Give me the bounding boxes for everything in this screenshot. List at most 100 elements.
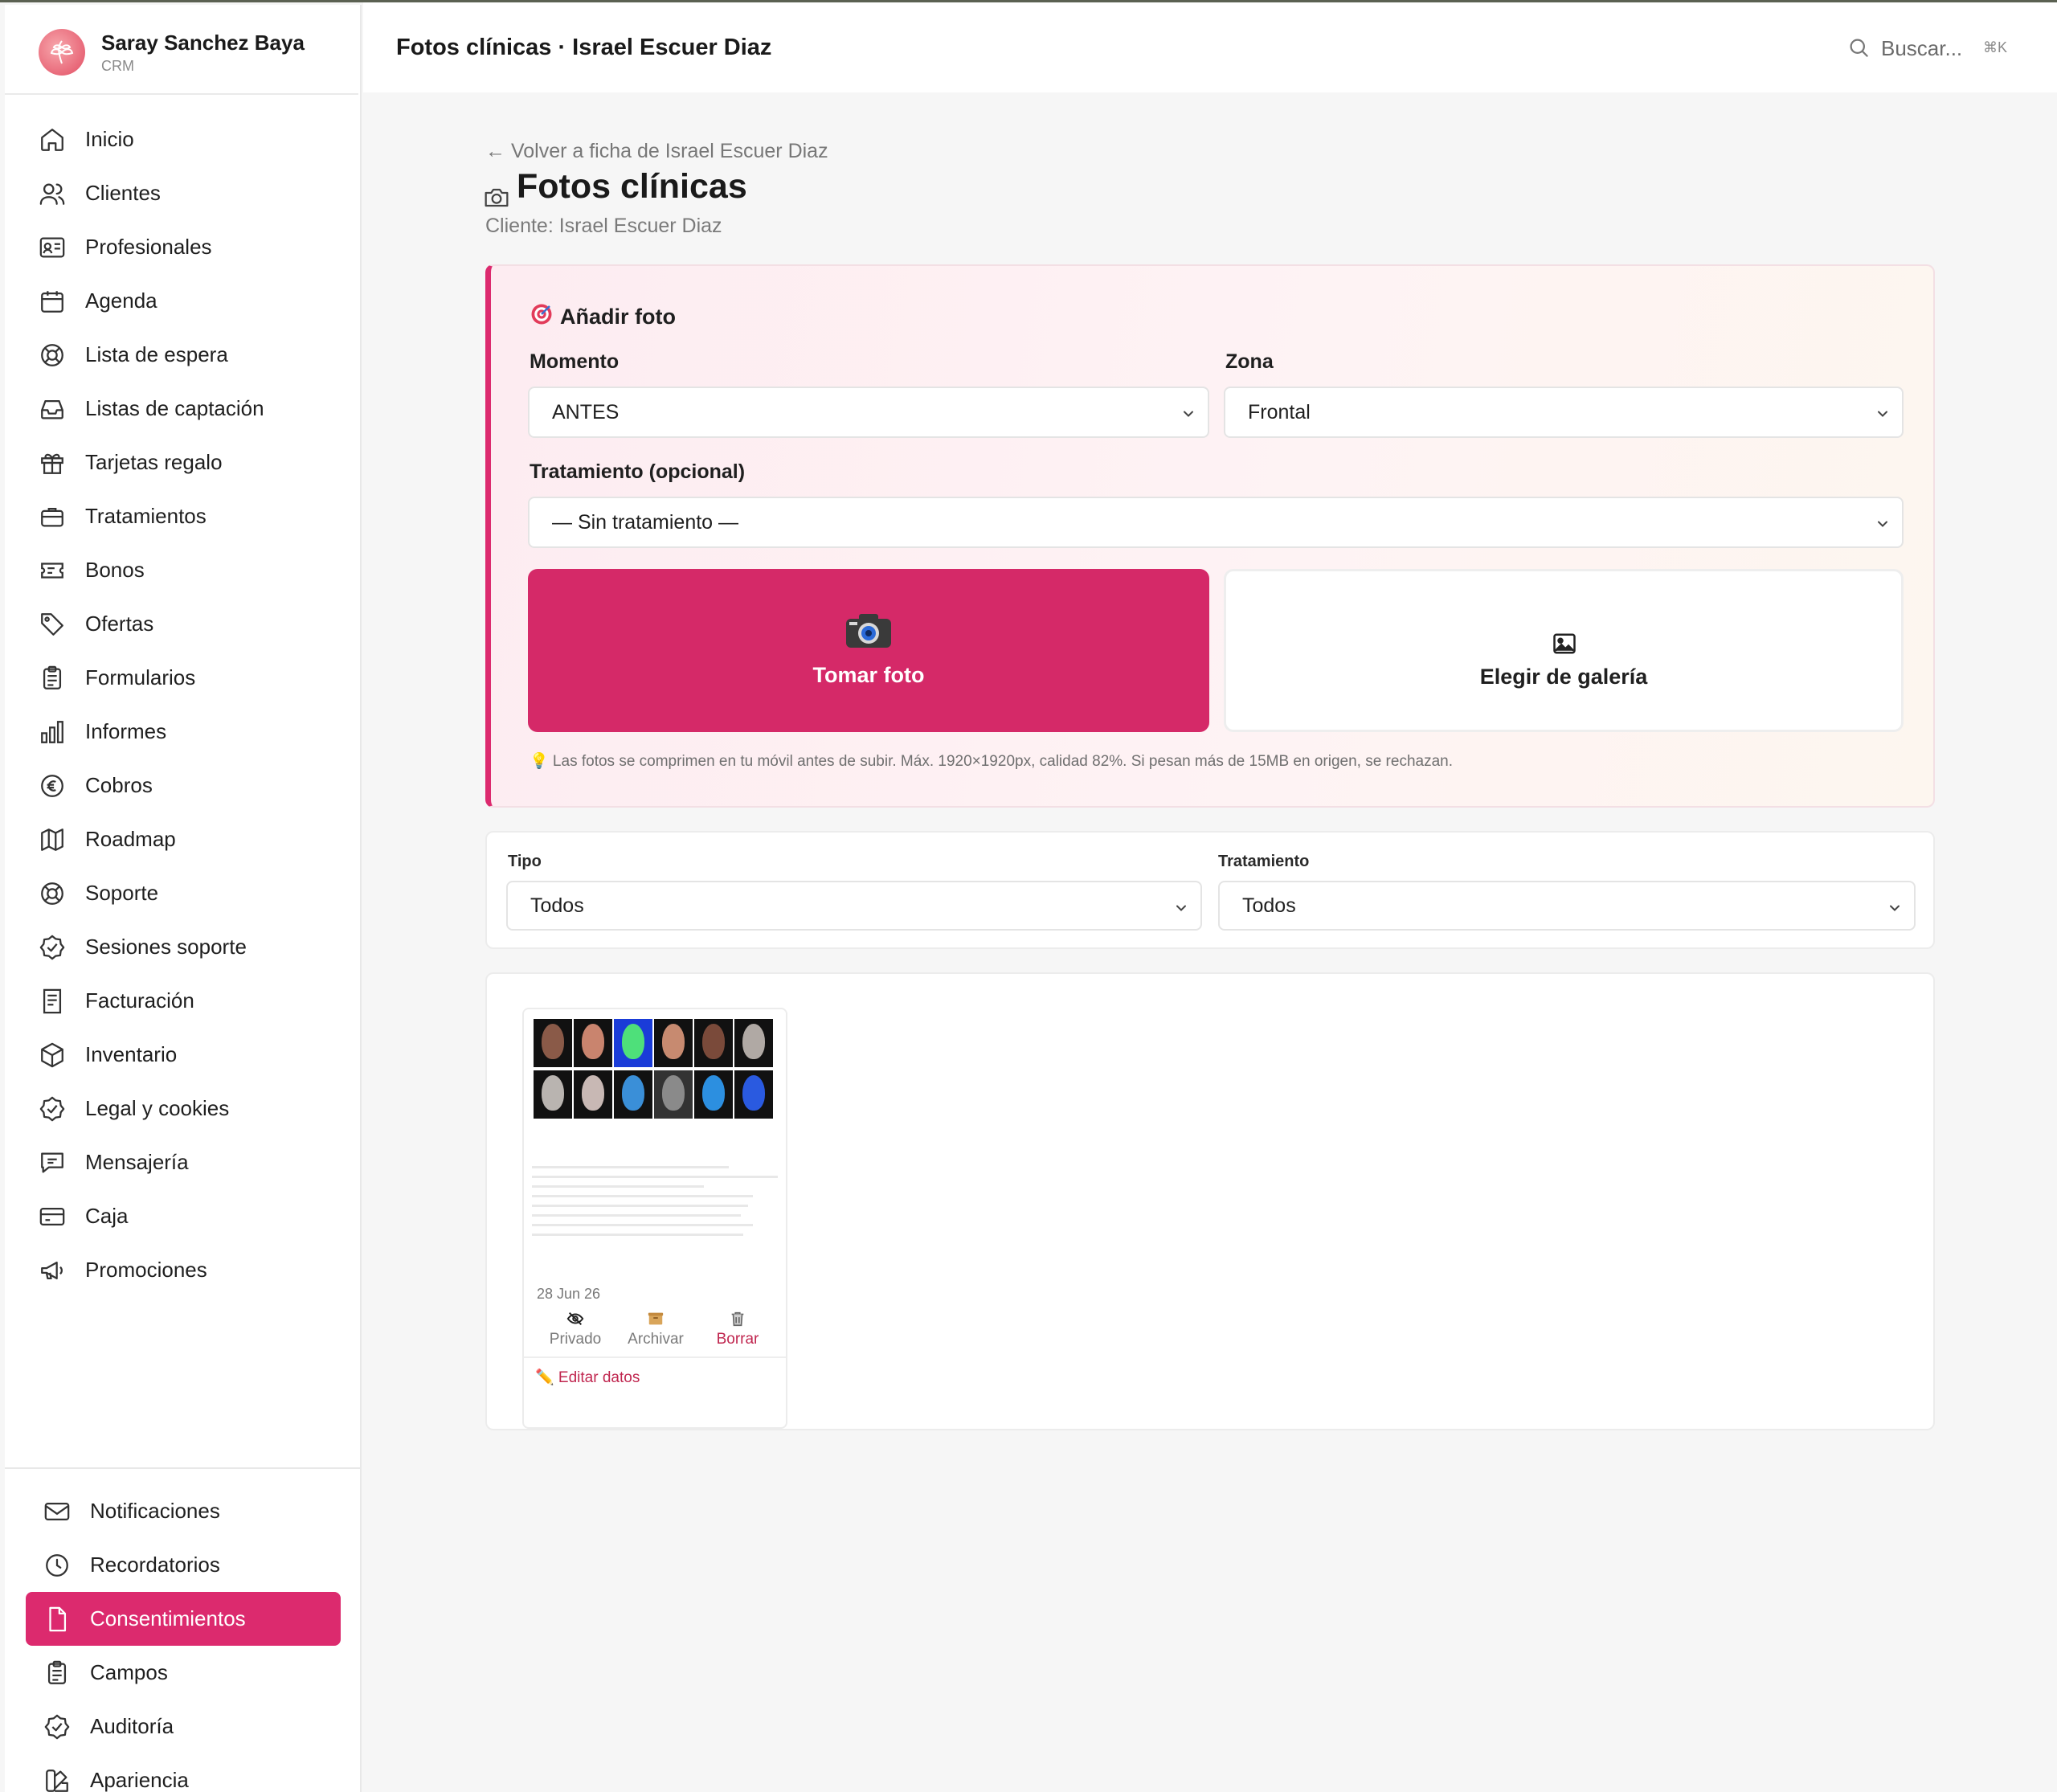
calendar-icon	[39, 288, 66, 315]
sidebar-item-soporte[interactable]: Soporte	[24, 866, 346, 920]
sidebar-item-campos[interactable]: Campos	[26, 1646, 341, 1700]
sidebar-item-roadmap[interactable]: Roadmap	[24, 812, 346, 866]
sidebar-item-label: Inicio	[85, 127, 134, 151]
skin-analysis-image	[534, 1019, 773, 1119]
sidebar-item-label: Tratamientos	[85, 504, 207, 528]
sidebar-item-inicio[interactable]: Inicio	[24, 113, 346, 166]
sidebar-item-legal-cookies[interactable]: Legal y cookies	[24, 1082, 346, 1135]
tratamiento-value: — Sin tratamiento —	[552, 510, 739, 534]
sidebar-item-bonos[interactable]: Bonos	[24, 543, 346, 597]
sidebar-item-recordatorios[interactable]: Recordatorios	[26, 1538, 341, 1592]
sidebar-item-promociones[interactable]: Promociones	[24, 1243, 346, 1297]
sidebar-item-label: Legal y cookies	[85, 1096, 230, 1120]
photo-thumbnail[interactable]	[524, 1009, 786, 1283]
momento-select[interactable]: ANTES	[528, 387, 1209, 438]
chevron-down-icon	[1878, 521, 1887, 527]
target-icon	[530, 302, 554, 332]
sidebar-item-label: Cobros	[85, 773, 153, 797]
momento-value: ANTES	[552, 400, 620, 423]
sidebar-item-label: Notificaciones	[90, 1499, 220, 1523]
sidebar-item-label: Profesionales	[85, 235, 212, 259]
sidebar-item-auditoria[interactable]: Auditoría	[26, 1700, 341, 1753]
page-title: Fotos clínicas	[517, 167, 747, 206]
sidebar-item-apariencia[interactable]: Apariencia	[26, 1753, 341, 1792]
sidebar-item-formularios[interactable]: Formularios	[24, 651, 346, 705]
sidebar-item-tratamientos[interactable]: Tratamientos	[24, 489, 346, 543]
sidebar-item-inventario[interactable]: Inventario	[24, 1028, 346, 1082]
eye-off-icon	[535, 1310, 615, 1329]
sidebar-item-label: Apariencia	[90, 1768, 189, 1792]
compression-hint: 💡 Las fotos se comprimen en tu móvil ant…	[530, 753, 1453, 770]
sidebar-divider	[5, 1467, 362, 1469]
briefcase-icon	[39, 503, 66, 530]
sidebar-item-label: Sesiones soporte	[85, 935, 247, 959]
take-photo-label: Tomar foto	[812, 663, 925, 687]
sidebar-item-label: Roadmap	[85, 827, 176, 851]
sidebar-item-label: Soporte	[85, 881, 159, 905]
brand-header[interactable]: Saray Sanchez Baya CRM	[5, 8, 358, 95]
sidebar-item-agenda[interactable]: Agenda	[24, 274, 346, 328]
sidebar-item-tarjetas-regalo[interactable]: Tarjetas regalo	[24, 436, 346, 489]
sidebar-item-caja[interactable]: Caja	[24, 1189, 346, 1243]
sidebar-item-label: Tarjetas regalo	[85, 450, 223, 474]
archive-button[interactable]: Archivar	[615, 1310, 696, 1348]
back-link[interactable]: ← Volver a ficha de Israel Escuer Diaz	[485, 140, 828, 163]
tratamiento-filter-select[interactable]: Todos	[1218, 881, 1916, 931]
search-input[interactable]: Buscar...	[1881, 36, 1962, 61]
search-icon[interactable]	[1846, 35, 1871, 63]
sidebar-item-label: Recordatorios	[90, 1553, 220, 1577]
photo-gallery: 28 Jun 26 Privado Archivar Borrar ✏️ Edi…	[485, 972, 1935, 1430]
tipo-filter-select[interactable]: Todos	[506, 881, 1202, 931]
header-title: Fotos clínicas · Israel Escuer Diaz	[396, 35, 772, 60]
camera-icon	[484, 186, 509, 213]
file-icon	[43, 1606, 71, 1633]
tag-icon	[39, 611, 66, 638]
archive-label: Archivar	[628, 1331, 684, 1348]
shield-check-icon	[39, 1095, 66, 1123]
sidebar-item-label: Campos	[90, 1660, 168, 1684]
edit-data-link[interactable]: ✏️ Editar datos	[535, 1368, 640, 1387]
sidebar-item-label: Consentimientos	[90, 1606, 246, 1630]
zona-select[interactable]: Frontal	[1224, 387, 1904, 438]
zona-label: Zona	[1225, 350, 1274, 373]
add-photo-title-text: Añadir foto	[560, 305, 676, 329]
sidebar-item-informes[interactable]: Informes	[24, 705, 346, 759]
delete-label: Borrar	[716, 1331, 759, 1348]
tratamiento-select[interactable]: — Sin tratamiento —	[528, 497, 1904, 548]
search-shortcut: ⌘K	[1983, 39, 2008, 55]
sidebar-item-label: Ofertas	[85, 612, 154, 636]
private-button[interactable]: Privado	[535, 1310, 615, 1348]
sidebar-item-label: Clientes	[85, 181, 161, 205]
sidebar-item-cobros[interactable]: Cobros	[24, 759, 346, 812]
chevron-down-icon	[1184, 411, 1193, 417]
map-icon	[39, 826, 66, 853]
sidebar-item-notificaciones[interactable]: Notificaciones	[26, 1484, 341, 1538]
photo-date: 28 Jun 26	[537, 1286, 601, 1302]
mail-icon	[43, 1498, 71, 1525]
sidebar-item-profesionales[interactable]: Profesionales	[24, 220, 346, 274]
sidebar-item-label: Inventario	[85, 1042, 178, 1066]
page-subtitle: Cliente: Israel Escuer Diaz	[485, 215, 722, 237]
sidebar-item-lista-espera[interactable]: Lista de espera	[24, 328, 346, 382]
sidebar-item-label: Mensajería	[85, 1150, 189, 1174]
delete-button[interactable]: Borrar	[697, 1310, 778, 1348]
inbox-icon	[39, 395, 66, 423]
chevron-down-icon	[1878, 411, 1887, 417]
tipo-filter-label: Tipo	[508, 853, 542, 870]
sidebar-item-ofertas[interactable]: Ofertas	[24, 597, 346, 651]
sidebar-item-label: Auditoría	[90, 1714, 174, 1738]
sidebar-item-consentimientos[interactable]: Consentimientos	[26, 1592, 341, 1646]
sidebar-item-listas-captacion[interactable]: Listas de captación	[24, 382, 346, 436]
image-icon	[1552, 632, 1576, 659]
sidebar-item-sesiones-soporte[interactable]: Sesiones soporte	[24, 920, 346, 974]
gift-icon	[39, 449, 66, 477]
ticket-icon	[39, 557, 66, 584]
palette-icon	[43, 1767, 71, 1792]
sidebar-item-clientes[interactable]: Clientes	[24, 166, 346, 220]
take-photo-button[interactable]: Tomar foto	[528, 569, 1209, 732]
sidebar-item-mensajeria[interactable]: Mensajería	[24, 1135, 346, 1189]
sidebar-item-facturacion[interactable]: Facturación	[24, 974, 346, 1028]
sidebar-item-label: Caja	[85, 1204, 129, 1228]
gallery-button[interactable]: Elegir de galería	[1224, 569, 1904, 732]
trash-icon	[697, 1310, 778, 1329]
